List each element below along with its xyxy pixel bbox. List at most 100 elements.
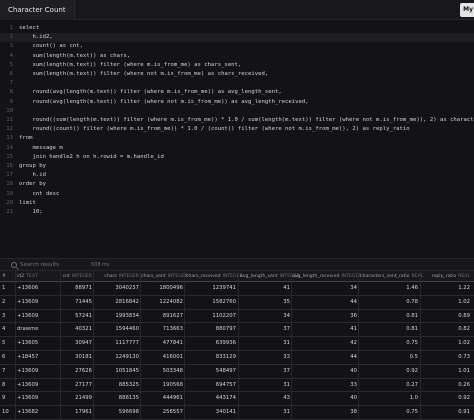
table-header: # id2 TEXT cnt INTEGER chars INTEGER chars_sent… xyxy=(0,271,474,282)
run-button[interactable]: My xyxy=(460,3,474,17)
column-header-chars-sent[interactable]: chars_sent INTEGER xyxy=(141,271,188,282)
code-text[interactable]: select xyxy=(19,24,39,33)
table-row[interactable]: 9 +13609 21499 888135 444961 443174 43 40 1.0 0.9… xyxy=(0,392,474,407)
column-divider[interactable] xyxy=(238,271,239,420)
code-text[interactable]: round(avg(length(m.text)) filter (where … xyxy=(19,88,281,97)
table-cell: 1.46 xyxy=(406,285,418,291)
table-row[interactable]: 6 +18457 30181 1249130 416001 833129 33 44 0.5 0.… xyxy=(0,351,474,365)
code-line: 3 count() as cnt, xyxy=(0,42,474,51)
table-cell: 71445 xyxy=(75,298,92,305)
table-row[interactable]: 8 +13609 27177 885325 190568 694757 31 33 0.27 0.… xyxy=(0,379,474,393)
column-divider[interactable] xyxy=(291,271,292,420)
code-text[interactable]: cnt desc xyxy=(19,190,59,199)
line-number: 19 xyxy=(6,190,13,197)
column-divider[interactable] xyxy=(184,271,185,420)
table-cell: 31 xyxy=(283,381,290,388)
column-header-cnt[interactable]: cnt INTEGER xyxy=(62,271,92,282)
column-header-characters-sent-ratio[interactable]: characters_sent_ratio REAL xyxy=(360,271,423,282)
table-cell: 880797 xyxy=(215,326,236,333)
code-text[interactable]: count() as cnt, xyxy=(19,42,83,51)
table-cell: 713663 xyxy=(162,326,183,333)
column-divider[interactable] xyxy=(15,271,16,420)
code-text[interactable]: round((sum(length(m.text)) filter (where… xyxy=(19,116,474,125)
column-label: cnt xyxy=(62,274,70,279)
query-timing: 508 ms xyxy=(91,262,110,268)
table-cell: 694757 xyxy=(215,381,236,388)
code-text[interactable]: limit xyxy=(19,199,36,208)
table-row[interactable]: 5 +13605 30947 1117777 477841 639936 31 42 0.75 1… xyxy=(0,337,474,351)
column-header-chars-received[interactable]: chars_received INTEGER xyxy=(186,271,243,282)
code-line: 14 message m xyxy=(0,144,474,153)
table-cell: 0.26 xyxy=(458,381,470,388)
table-cell: 0.5 xyxy=(409,354,418,360)
line-number: 1 xyxy=(9,25,13,31)
column-header-reply-ratio[interactable]: reply_ratio REAL xyxy=(421,271,470,282)
tab-character-count[interactable]: Character Count xyxy=(0,0,75,20)
line-number: 2 xyxy=(9,34,13,41)
code-line: 20 limit xyxy=(0,199,474,208)
sql-editor[interactable]: 1 select 2 h.id2, 3 count() as cnt, 4 sum(le… xyxy=(0,20,474,258)
code-text[interactable]: sum(length(m.text)) as chars, xyxy=(19,52,130,61)
table-cell: 30947 xyxy=(75,340,92,347)
row-index: 2 xyxy=(2,298,6,305)
search-input[interactable] xyxy=(20,260,80,270)
table-cell: +13609 xyxy=(17,298,39,305)
code-text[interactable]: round((count() filter (where m.is_from_m… xyxy=(19,125,409,134)
code-text[interactable]: 10; xyxy=(19,208,42,217)
table-cell: +18457 xyxy=(17,354,39,360)
code-line: 15 join handle2 h on h.rowid = m.handle_… xyxy=(0,153,474,162)
results-search-bar: 508 ms xyxy=(0,258,474,271)
code-text[interactable]: join handle2 h on h.rowid = m.handle_id xyxy=(19,153,163,162)
column-header-avg-length-received[interactable]: avg_length_received INTEGER xyxy=(292,271,362,282)
table-cell: 44 xyxy=(350,298,357,305)
code-text[interactable]: h.id2, xyxy=(19,33,52,42)
column-header-avg-length-sent[interactable]: avg_length_sent INTEGER xyxy=(240,271,300,282)
code-text[interactable]: sum(length(m.text)) filter (where not m.… xyxy=(19,70,268,79)
table-cell: +13609 xyxy=(17,381,39,388)
line-number: 15 xyxy=(6,153,13,160)
column-header-id2[interactable]: id2 TEXT xyxy=(17,271,59,282)
code-line: 2 h.id2, xyxy=(0,33,474,42)
code-text[interactable]: sum(length(m.text)) filter (where m.is_f… xyxy=(19,61,241,70)
line-number: 18 xyxy=(6,181,13,188)
column-divider[interactable] xyxy=(420,271,421,420)
table-cell: 0.75 xyxy=(406,409,418,416)
column-divider[interactable] xyxy=(358,271,359,420)
row-index: 9 xyxy=(2,395,6,402)
table-cell: 0.75 xyxy=(406,340,418,347)
table-cell: 27177 xyxy=(75,381,92,388)
table-cell: 35 xyxy=(283,298,290,305)
table-cell: 1249130 xyxy=(115,354,139,360)
table-cell: 31 xyxy=(283,409,290,416)
line-number: 11 xyxy=(6,117,13,123)
code-text[interactable]: message m xyxy=(19,144,62,153)
table-cell: 1.0 xyxy=(409,395,418,402)
column-header-chars[interactable]: chars INTEGER xyxy=(94,271,139,282)
column-divider[interactable] xyxy=(93,271,94,420)
line-number: 5 xyxy=(9,61,13,68)
table-row[interactable]: 3 +13609 57241 1993834 891627 1102207 34 36 0.81… xyxy=(0,310,474,324)
table-row[interactable]: 4 drawme 40321 1594460 713663 880797 37 41 0.81 0… xyxy=(0,323,474,338)
table-row[interactable]: 2 +13609 71445 2816842 1224082 1582760 35 44 0.7… xyxy=(0,296,474,310)
column-type: REAL xyxy=(458,274,470,279)
table-cell: +13609 xyxy=(17,395,39,402)
code-line: 19 cnt desc xyxy=(0,190,474,199)
table-row[interactable]: 1 +13606 88971 3040237 1800496 1239741 41 34 1.4… xyxy=(0,282,474,296)
row-index: 4 xyxy=(2,326,6,333)
code-text[interactable]: from xyxy=(19,134,32,143)
table-row[interactable]: 10 +13682 17961 596698 256557 340141 31 38 0.75 0… xyxy=(0,406,474,420)
table-cell: 0.92 xyxy=(458,395,470,402)
row-index: 7 xyxy=(2,367,6,374)
column-divider[interactable] xyxy=(140,271,141,420)
column-divider[interactable] xyxy=(60,271,61,420)
code-text[interactable]: round(avg(length(m.text)) filter (where … xyxy=(19,98,308,107)
column-type: INTEGER xyxy=(71,274,92,279)
code-text[interactable]: h.id xyxy=(19,171,45,180)
code-text[interactable]: group by xyxy=(19,162,46,171)
code-text[interactable]: order by xyxy=(19,180,46,189)
table-cell: +13606 xyxy=(17,285,39,291)
column-label: avg_length_received xyxy=(292,274,340,279)
table-row[interactable]: 7 +13609 27626 1051845 503348 548497 37 40 0.92 1… xyxy=(0,365,474,379)
column-label: chars_received xyxy=(186,274,221,279)
table-cell: 885325 xyxy=(118,381,139,388)
